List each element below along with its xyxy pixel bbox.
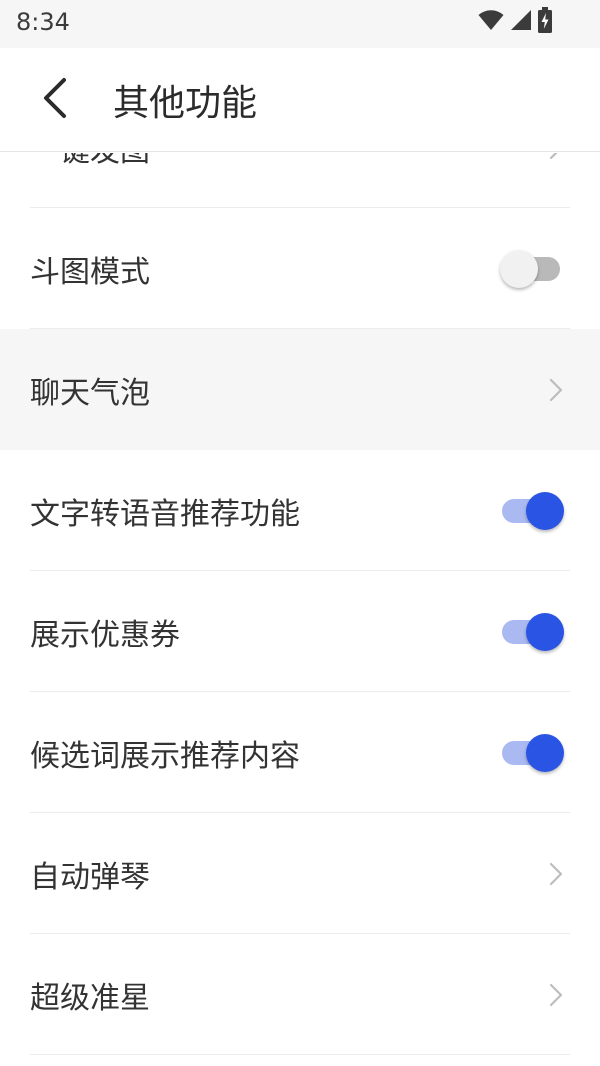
status-bar: 8:34 bbox=[0, 0, 600, 48]
cellular-signal-icon bbox=[510, 9, 532, 35]
divider bbox=[30, 1054, 570, 1055]
back-arrow-icon bbox=[40, 76, 68, 124]
show-coupons-toggle[interactable] bbox=[500, 612, 564, 652]
settings-list: 一键发图 斗图模式 聊天气泡 文字转语音推荐功能 bbox=[0, 153, 600, 1066]
setting-row-candidate-recommended-content: 候选词展示推荐内容 bbox=[0, 692, 600, 813]
chevron-right-icon bbox=[548, 153, 564, 160]
chevron-right-icon bbox=[548, 378, 564, 402]
app-bar: 其他功能 bbox=[0, 48, 600, 152]
meme-battle-mode-toggle[interactable] bbox=[500, 249, 564, 289]
setting-row-auto-piano[interactable]: 自动弹琴 bbox=[0, 813, 600, 934]
setting-label: 文字转语音推荐功能 bbox=[30, 496, 300, 532]
setting-row-super-crosshair[interactable]: 超级准星 bbox=[0, 934, 600, 1055]
setting-label: 展示优惠券 bbox=[30, 617, 180, 653]
setting-label: 聊天气泡 bbox=[30, 375, 150, 411]
chevron-right-icon bbox=[548, 983, 564, 1007]
toggle-knob bbox=[526, 612, 564, 651]
setting-row-chat-bubble[interactable]: 聊天气泡 bbox=[0, 329, 600, 450]
setting-row-one-click-send-image[interactable]: 一键发图 bbox=[0, 153, 600, 208]
setting-label: 斗图模式 bbox=[30, 254, 150, 290]
toggle-knob bbox=[500, 249, 538, 288]
setting-label: 一键发图 bbox=[30, 153, 150, 170]
page-title: 其他功能 bbox=[113, 83, 258, 124]
setting-row-text-to-speech-recommendation: 文字转语音推荐功能 bbox=[0, 450, 600, 571]
text-to-speech-recommendation-toggle[interactable] bbox=[500, 491, 564, 531]
toggle-knob bbox=[526, 491, 564, 530]
candidate-recommended-content-toggle[interactable] bbox=[500, 733, 564, 773]
setting-label: 候选词展示推荐内容 bbox=[30, 738, 300, 774]
setting-row-show-coupons: 展示优惠券 bbox=[0, 571, 600, 692]
back-button[interactable] bbox=[24, 70, 84, 130]
battery-charging-icon bbox=[538, 7, 552, 37]
status-icons bbox=[478, 7, 552, 37]
wifi-icon bbox=[478, 9, 504, 35]
chevron-right-icon bbox=[548, 862, 564, 886]
toggle-knob bbox=[526, 733, 564, 772]
setting-label: 超级准星 bbox=[30, 980, 150, 1016]
status-time: 8:34 bbox=[16, 8, 70, 36]
setting-label: 自动弹琴 bbox=[30, 859, 150, 895]
setting-row-meme-battle-mode: 斗图模式 bbox=[0, 208, 600, 329]
